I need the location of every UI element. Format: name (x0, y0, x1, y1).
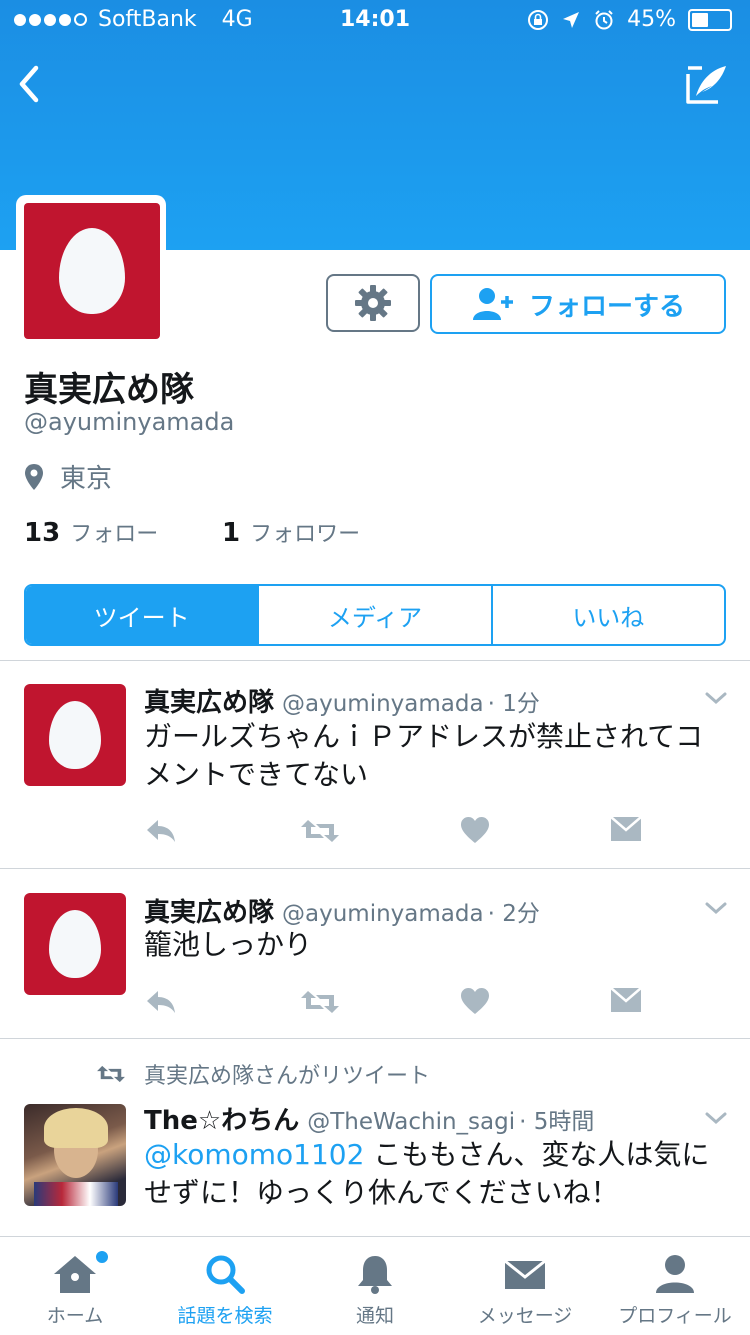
gear-icon (355, 285, 391, 321)
default-egg-icon (49, 910, 101, 978)
tabbar-home[interactable]: ホーム (0, 1237, 150, 1335)
tweet-author-handle: @TheWachin_sagi (307, 1109, 516, 1135)
divider (0, 660, 750, 661)
reply-icon[interactable] (144, 987, 178, 1017)
tabbar-label: 通知 (355, 1305, 394, 1327)
tweet-actions (144, 987, 642, 1017)
retweet-icon[interactable] (300, 987, 340, 1017)
direct-message-icon[interactable] (610, 816, 642, 842)
mention-link[interactable]: @komomo1102 (144, 1138, 364, 1171)
profile-handle: @ayuminyamada (24, 408, 235, 436)
battery-icon (688, 8, 732, 31)
tabbar-label: メッセージ (477, 1305, 573, 1327)
follow-button-label: フォローする (528, 291, 685, 322)
tweet-author-name[interactable]: 真実広め隊 (144, 682, 274, 719)
alarm-icon (595, 9, 613, 29)
tabbar-label: 話題を検索 (177, 1305, 273, 1327)
bottom-tab-bar: ホーム 話題を検索 通知 メッセージ プロフィール (0, 1236, 750, 1335)
profile-avatar[interactable] (24, 203, 160, 339)
tweet-time: · 5時間 (519, 1109, 595, 1135)
search-icon (206, 1255, 245, 1294)
follow-button[interactable]: フォローする (430, 274, 726, 334)
retweet-small-icon (97, 1065, 125, 1083)
tweet-time: · 2分 (487, 901, 540, 927)
divider (0, 868, 750, 869)
tweet-text: 籠池しっかり (144, 928, 313, 961)
tweet-header: 真実広め隊 @ayuminyamada · 1分 (144, 682, 540, 719)
divider (0, 1038, 750, 1039)
heart-icon[interactable] (460, 987, 490, 1015)
tabbar-notifications[interactable]: 通知 (300, 1237, 450, 1335)
followers-label: フォロワー (250, 522, 361, 547)
tweet-author-handle: @ayuminyamada (282, 691, 484, 717)
heart-icon[interactable] (460, 816, 490, 844)
profile-stats: 13 フォロー 1 フォロワー (24, 516, 360, 548)
default-egg-icon (49, 701, 101, 769)
tabbar-search[interactable]: 話題を検索 (150, 1237, 300, 1335)
tab-likes[interactable]: いいね (490, 586, 724, 644)
bell-icon (358, 1256, 392, 1294)
back-chevron-icon[interactable] (14, 62, 46, 106)
notification-dot (94, 1249, 110, 1265)
status-right: 45% (527, 7, 732, 32)
tweet-author-name[interactable]: 真実広め隊 (144, 892, 274, 929)
following-stat[interactable]: 13 フォロー (24, 516, 222, 548)
tab-tweets[interactable]: ツイート (26, 586, 258, 644)
retweet-label: 真実広め隊さんがリツイート (96, 1058, 430, 1090)
tweet-actions (144, 816, 642, 846)
tweet-author-handle: @ayuminyamada (282, 901, 484, 927)
settings-button[interactable] (326, 274, 420, 332)
profile-tabs: ツイート メディア いいね (24, 584, 726, 646)
flag-shirt (34, 1182, 118, 1206)
hair-shape (44, 1108, 108, 1148)
followers-stat[interactable]: 1 フォロワー (222, 516, 360, 548)
chevron-down-icon[interactable] (704, 690, 728, 706)
location-arrow-icon (563, 11, 580, 28)
followers-count: 1 (222, 518, 241, 548)
default-egg-icon (59, 228, 125, 314)
retweet-label-text: 真実広め隊さんがリツイート (144, 1064, 431, 1089)
profile-name: 真実広め隊 (24, 370, 194, 410)
location-text: 東京 (60, 464, 113, 494)
tweet-avatar[interactable] (24, 684, 126, 786)
chevron-down-icon[interactable] (704, 900, 728, 916)
following-count: 13 (24, 518, 61, 548)
person-icon (656, 1255, 694, 1293)
status-bar: SoftBank 4G 14:01 45% (0, 0, 750, 40)
envelope-icon (504, 1259, 546, 1289)
location-pin-icon (25, 463, 43, 490)
rotation-lock-icon (528, 9, 549, 30)
tweet-author-name[interactable]: The☆わちん (144, 1100, 299, 1137)
tweet-time: · 1分 (487, 691, 540, 717)
tabbar-messages[interactable]: メッセージ (450, 1237, 600, 1335)
tweet-text: ガールズちゃんｉＰアドレスが禁止されてコメントできてない (144, 720, 704, 791)
add-user-icon (472, 288, 513, 320)
tabbar-profile[interactable]: プロフィール (600, 1237, 750, 1335)
tabbar-label: プロフィール (618, 1305, 732, 1327)
retweet-icon[interactable] (300, 816, 340, 846)
tweet-avatar[interactable] (24, 893, 126, 995)
tweet-header: 真実広め隊 @ayuminyamada · 2分 (144, 892, 540, 929)
tweet-header: The☆わちん @TheWachin_sagi · 5時間 (144, 1100, 594, 1137)
battery-percent: 45% (627, 7, 676, 32)
following-label: フォロー (70, 522, 159, 547)
tabbar-label: ホーム (46, 1305, 104, 1327)
home-icon (54, 1256, 96, 1293)
direct-message-icon[interactable] (610, 987, 642, 1013)
reply-icon[interactable] (144, 816, 178, 846)
tweet-text: @komomo1102 こももさん、変な人は気にせずに！ゆっくり休んでくださいね… (144, 1136, 714, 1212)
compose-tweet-icon[interactable] (682, 60, 730, 108)
profile-location: 東京 (24, 458, 112, 495)
chevron-down-icon[interactable] (704, 1110, 728, 1126)
tweet-avatar-photo[interactable] (24, 1104, 126, 1206)
tab-media[interactable]: メディア (257, 586, 490, 644)
